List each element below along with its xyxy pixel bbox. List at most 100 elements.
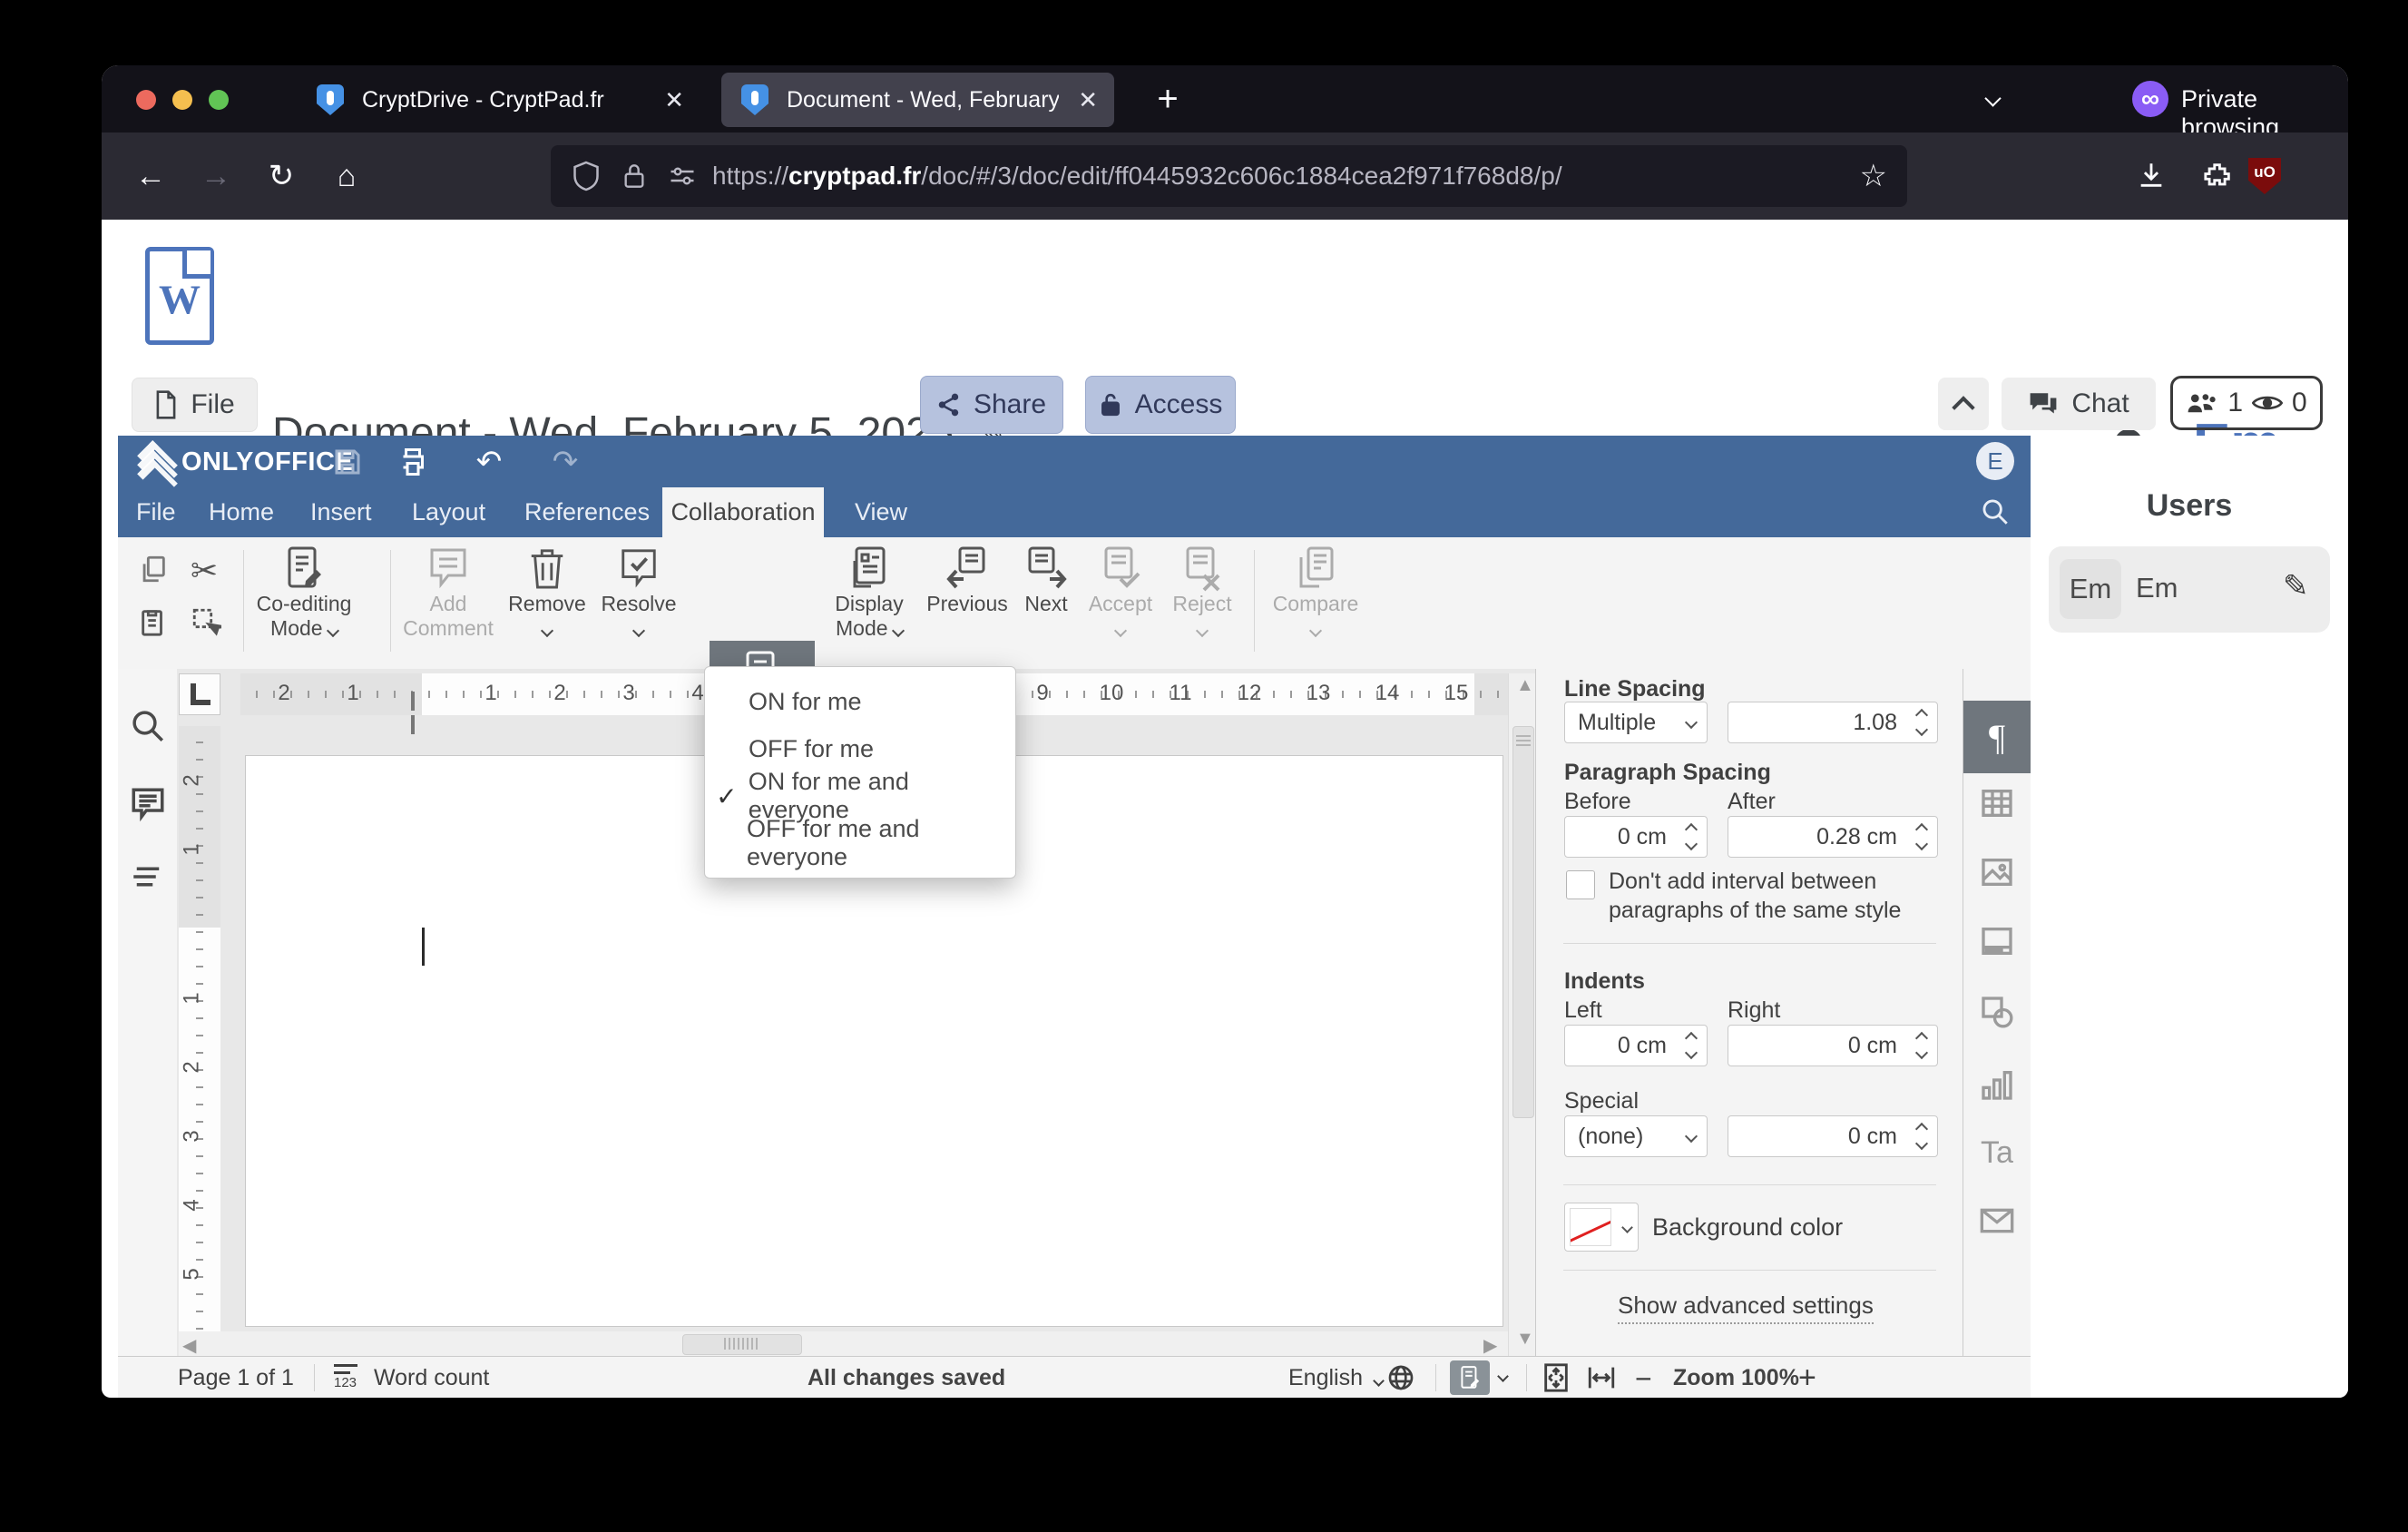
home-button[interactable]: ⌂ [323,152,370,200]
menu-file[interactable]: File [131,487,181,537]
window-close-button[interactable] [136,90,156,110]
url-text[interactable]: https://cryptpad.fr/doc/#/3/doc/edit/ff0… [712,162,1562,191]
special-select[interactable]: (none) [1564,1115,1708,1157]
table-settings-icon[interactable] [1979,785,2015,826]
forward-button[interactable]: → [192,152,240,200]
copy-icon[interactable] [138,554,169,589]
dropdown-item-off-for-me[interactable]: OFF for me [705,725,1015,772]
bookmark-star-icon[interactable]: ☆ [1860,158,1887,194]
url-bar[interactable]: https://cryptpad.fr/doc/#/3/doc/edit/ff0… [551,145,1907,207]
dropdown-item-off-for-everyone[interactable]: OFF for me and everyone [705,815,1015,870]
new-tab-button[interactable]: + [1143,74,1192,123]
spellcheck-globe-icon[interactable] [1386,1363,1415,1398]
first-line-indent-marker[interactable] [411,692,415,711]
scroll-down-icon[interactable]: ▼ [1516,1329,1534,1350]
tracking-shield-icon[interactable] [573,161,600,192]
menu-home[interactable]: Home [203,487,279,537]
resolve-button[interactable]: Resolve [597,545,680,641]
window-zoom-button[interactable] [209,90,229,110]
file-menu-button[interactable]: File [132,378,258,432]
chat-button[interactable]: Chat [2002,378,2156,430]
scrollbar-thumb[interactable] [682,1334,802,1355]
access-button[interactable]: Access [1085,376,1236,434]
reject-button[interactable]: Reject [1163,545,1241,641]
next-change-button[interactable]: Next [1014,545,1078,616]
tab-stop-selector[interactable] [179,673,220,715]
editor-search-icon[interactable] [1980,496,2011,532]
tab-close-icon[interactable]: ✕ [1062,86,1114,114]
previous-change-button[interactable]: Previous [924,545,1011,616]
mail-merge-icon[interactable] [1979,1206,2015,1240]
horizontal-scrollbar[interactable]: ◀ ▶ [179,1331,1508,1356]
paragraph-settings-tab-active[interactable]: ¶ [1963,701,2031,773]
dropdown-item-on-for-everyone[interactable]: ✓ ON for me and everyone [705,768,1015,823]
cut-icon[interactable]: ✂ [191,552,218,590]
advanced-settings-link[interactable]: Show advanced settings [1618,1291,1874,1324]
zoom-in-button[interactable]: + [1798,1360,1816,1396]
ublock-icon[interactable]: uO [2248,158,2281,194]
extensions-puzzle-icon[interactable] [2203,160,2234,191]
save-icon[interactable] [327,441,368,483]
menu-collaboration-active[interactable]: Collaboration [662,487,824,537]
left-indent-marker[interactable] [411,715,415,734]
track-status-chevron-icon[interactable] [1497,1370,1509,1382]
vertical-scrollbar[interactable]: ▲ ▼ [1508,673,1536,1356]
downloads-icon[interactable] [2136,160,2167,191]
user-avatar-circle[interactable]: E [1976,442,2014,480]
vertical-ruler[interactable]: 21123456 [179,726,220,1352]
spacing-after-spinner[interactable]: 0.28 cm [1728,816,1938,858]
paste-icon[interactable] [138,606,169,642]
edit-name-pencil-icon[interactable]: ✎ [2283,568,2309,604]
tab-cryptdrive[interactable]: CryptDrive - CryptPad.fr ✕ [297,73,700,127]
collapse-toolbar-button[interactable] [1938,378,1989,430]
comments-icon[interactable] [129,785,167,823]
user-list-item[interactable]: Em Em ✎ [2049,546,2330,633]
fit-page-icon[interactable] [1541,1362,1571,1398]
find-icon[interactable] [129,707,167,745]
menu-view[interactable]: View [849,487,913,537]
line-spacing-value-spinner[interactable]: 1.08 [1728,702,1938,743]
track-changes-status-button[interactable] [1450,1360,1490,1395]
tab-list-chevron-icon[interactable] [1984,90,2002,107]
background-color-swatch[interactable] [1564,1203,1639,1252]
indent-left-spinner[interactable]: 0 cm [1564,1025,1708,1066]
indent-right-spinner[interactable]: 0 cm [1728,1025,1938,1066]
language-selector[interactable]: English [1288,1365,1385,1391]
tab-close-icon[interactable]: ✕ [648,86,700,114]
reload-button[interactable]: ↻ [258,152,305,200]
undo-icon[interactable]: ↶ [468,441,510,483]
word-count-label[interactable]: Word count [374,1365,489,1391]
permissions-icon[interactable] [669,162,696,190]
remove-button[interactable]: Remove [506,545,588,641]
spacing-before-spinner[interactable]: 0 cm [1564,816,1708,858]
print-icon[interactable] [392,441,434,483]
presence-counter[interactable]: 1 0 [2170,376,2323,430]
compare-button[interactable]: Compare [1268,545,1363,641]
add-comment-button[interactable]: Add Comment [401,545,495,641]
special-value-spinner[interactable]: 0 cm [1728,1115,1938,1157]
tab-document-active[interactable]: Document - Wed, February 5, 20 ✕ [721,73,1114,127]
scroll-up-icon[interactable]: ▲ [1516,675,1534,696]
coediting-mode-button[interactable]: Co-editing Mode [254,545,354,641]
line-spacing-select[interactable]: Multiple [1564,702,1708,743]
select-all-icon[interactable] [191,606,225,642]
page-count[interactable]: Page 1 of 1 [178,1365,294,1391]
window-minimize-button[interactable] [172,90,192,110]
display-mode-button[interactable]: Display Mode [824,545,915,641]
navigation-headings-icon[interactable] [129,858,167,896]
back-button[interactable]: ← [127,152,174,200]
menu-insert[interactable]: Insert [305,487,377,537]
shape-settings-icon[interactable] [1979,994,2015,1035]
fit-width-icon[interactable] [1586,1362,1617,1398]
zoom-out-button[interactable]: − [1635,1362,1652,1396]
scroll-left-icon[interactable]: ◀ [182,1334,196,1357]
chart-settings-icon[interactable] [1979,1066,2015,1107]
accept-button[interactable]: Accept [1082,545,1160,641]
lock-icon[interactable] [622,162,647,191]
menu-references[interactable]: References [519,487,655,537]
redo-icon[interactable]: ↷ [544,441,586,483]
share-button[interactable]: Share [920,376,1063,434]
menu-layout[interactable]: Layout [406,487,491,537]
scroll-right-icon[interactable]: ▶ [1483,1334,1497,1357]
image-settings-icon[interactable] [1979,854,2015,895]
